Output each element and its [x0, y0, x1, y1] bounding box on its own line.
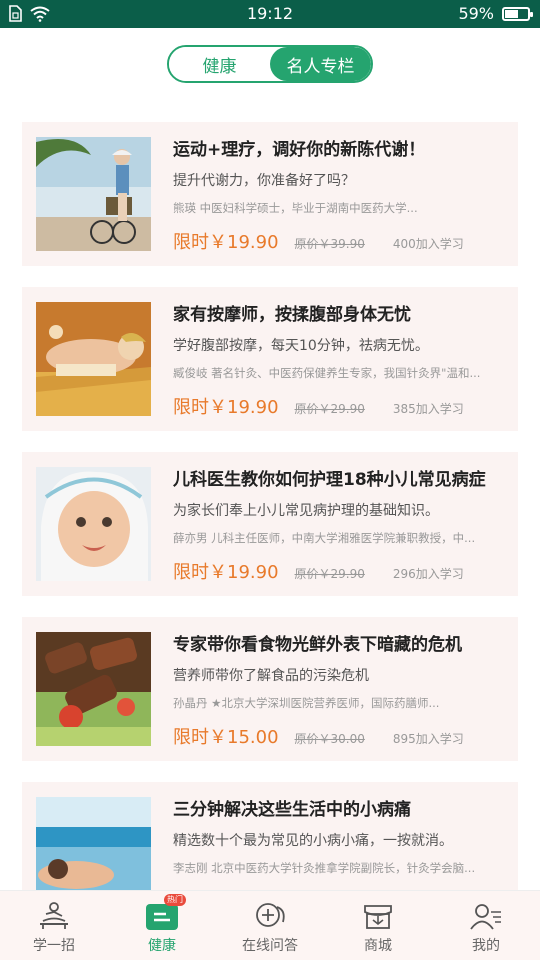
- course-card[interactable]: 家有按摩师，按揉腹部身体无忧 学好腹部按摩，每天10分钟，祛病无忧。 臧俊岐 著…: [22, 287, 518, 431]
- original-price: 原价￥30.00: [294, 732, 365, 746]
- nav-item-shop[interactable]: 商城: [324, 891, 432, 960]
- segment-tabs: 健康 名人专栏: [167, 45, 373, 83]
- course-subtitle: 营养师带你了解食品的污染危机: [173, 668, 369, 684]
- nav-label: 商城: [364, 938, 392, 954]
- course-subtitle: 提升代谢力，你准备好了吗？: [173, 173, 355, 189]
- sale-price: 限时￥19.90: [173, 397, 279, 418]
- course-title: 专家带你看食物光鲜外表下暗藏的危机: [173, 635, 462, 655]
- massage-person-icon: [37, 901, 71, 931]
- original-price: 原价￥29.90: [294, 567, 365, 581]
- course-card[interactable]: 运动+理疗，调好你的新陈代谢！ 提升代谢力，你准备好了吗？ 熊瑛 中医妇科学硕士…: [22, 122, 518, 266]
- course-author: 熊瑛 中医妇科学硕士，毕业于湖南中医药大学...: [173, 201, 418, 215]
- original-price: 原价￥39.90: [294, 237, 365, 251]
- battery-level: [505, 9, 518, 18]
- course-title: 运动+理疗，调好你的新陈代谢！: [173, 140, 426, 160]
- battery-percent: 59%: [458, 4, 494, 23]
- tab-celebrity-column[interactable]: 名人专栏: [270, 47, 371, 81]
- hot-badge: 热门: [164, 894, 186, 906]
- sale-price: 限时￥15.00: [173, 727, 279, 748]
- price-row: 限时￥19.90 原价￥29.90 385加入学习: [173, 393, 464, 419]
- course-thumbnail-skewers: [36, 632, 151, 746]
- nav-label: 学一招: [33, 938, 75, 954]
- bottom-nav: 学一招 热门 健康 在线问答 商城 我的: [0, 890, 540, 960]
- learner-count: 895加入学习: [392, 732, 464, 746]
- sale-price: 限时￥19.90: [173, 562, 279, 583]
- status-bar: 19:12 59%: [0, 0, 540, 28]
- nav-item-learn[interactable]: 学一招: [0, 891, 108, 960]
- course-thumbnail-baby: [36, 467, 151, 581]
- sale-price: 限时￥19.90: [173, 232, 279, 253]
- nav-label: 在线问答: [242, 938, 298, 954]
- course-subtitle: 精选数十个最为常见的小病小痛，一按就消。: [173, 833, 453, 849]
- original-price: 原价￥29.90: [294, 402, 365, 416]
- learner-count: 385加入学习: [392, 402, 464, 416]
- course-title: 儿科医生教你如何护理18种小儿常见病症: [173, 470, 486, 490]
- price-row: 限时￥15.00 原价￥30.00 895加入学习: [173, 723, 464, 749]
- battery-icon: [502, 6, 533, 21]
- status-right: 59%: [458, 4, 533, 23]
- nav-label: 健康: [148, 938, 176, 954]
- course-author: 薛亦男 儿科主任医师，中南大学湘雅医学院兼职教授，中...: [173, 531, 476, 545]
- course-author: 李志刚 北京中医药大学针灸推拿学院副院长，针灸学会脑...: [173, 861, 476, 875]
- profile-icon: [469, 901, 503, 931]
- course-thumbnail-cyclist: [36, 137, 151, 251]
- tab-health[interactable]: 健康: [169, 47, 270, 81]
- shop-icon: [361, 901, 395, 931]
- price-row: 限时￥19.90 原价￥39.90 400加入学习: [173, 228, 464, 254]
- course-list: 运动+理疗，调好你的新陈代谢！ 提升代谢力，你准备好了吗？ 熊瑛 中医妇科学硕士…: [22, 122, 518, 947]
- nav-label: 我的: [472, 938, 500, 954]
- course-card[interactable]: 专家带你看食物光鲜外表下暗藏的危机 营养师带你了解食品的污染危机 孙晶丹 ★北京…: [22, 617, 518, 761]
- price-row: 限时￥19.90 原价￥29.90 296加入学习: [173, 558, 464, 584]
- health-tag-icon: 热门: [145, 894, 186, 931]
- nav-item-health[interactable]: 热门 健康: [108, 891, 216, 960]
- course-title: 三分钟解决这些生活中的小病痛: [173, 800, 411, 820]
- course-author: 孙晶丹 ★北京大学深圳医院营养医师，国际药膳师...: [173, 696, 440, 710]
- learner-count: 296加入学习: [392, 567, 464, 581]
- nav-item-qa[interactable]: 在线问答: [216, 891, 324, 960]
- course-author: 臧俊岐 著名针灸、中医药保健养生专家，我国针灸界"温和...: [173, 366, 481, 380]
- course-subtitle: 学好腹部按摩，每天10分钟，祛病无忧。: [173, 338, 429, 354]
- course-card[interactable]: 儿科医生教你如何护理18种小儿常见病症 为家长们奉上小儿常见病护理的基础知识。 …: [22, 452, 518, 596]
- course-title: 家有按摩师，按揉腹部身体无忧: [173, 305, 411, 325]
- course-thumbnail-massage: [36, 302, 151, 416]
- nav-item-profile[interactable]: 我的: [432, 891, 540, 960]
- course-subtitle: 为家长们奉上小儿常见病护理的基础知识。: [173, 503, 439, 519]
- learner-count: 400加入学习: [392, 237, 464, 251]
- chat-question-icon: [253, 901, 287, 931]
